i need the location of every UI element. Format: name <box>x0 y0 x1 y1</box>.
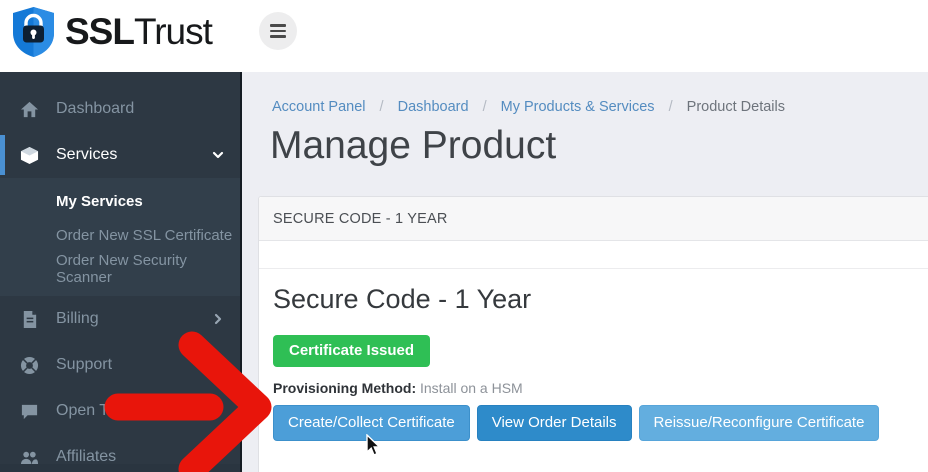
sidebar-item-label: Services <box>56 146 117 164</box>
product-title: Secure Code - 1 Year <box>273 284 928 315</box>
panel-divider <box>259 268 928 269</box>
sidebar-footer-strip <box>0 464 240 472</box>
reissue-reconfigure-certificate-button[interactable]: Reissue/Reconfigure Certificate <box>639 405 880 441</box>
top-header: SSLTrust <box>0 0 928 72</box>
breadcrumb-current: Product Details <box>687 99 785 115</box>
provisioning-label: Provisioning Method: <box>273 380 416 396</box>
life-ring-icon <box>20 356 39 375</box>
sidebar-item-label: Open Ticket <box>56 402 141 420</box>
chevron-down-icon <box>212 149 224 161</box>
sidebar-item-billing[interactable]: Billing <box>0 296 240 342</box>
home-icon <box>20 100 39 119</box>
breadcrumb-dashboard[interactable]: Dashboard <box>398 99 469 115</box>
breadcrumb-separator: / <box>669 99 673 115</box>
create-collect-certificate-button[interactable]: Create/Collect Certificate <box>273 405 470 441</box>
breadcrumb: Account Panel / Dashboard / My Products … <box>272 99 785 115</box>
invoice-icon <box>20 310 39 329</box>
sidebar-item-open-ticket[interactable]: Open Ticket <box>0 388 240 434</box>
breadcrumb-my-products[interactable]: My Products & Services <box>501 99 655 115</box>
sidebar-item-support[interactable]: Support <box>0 342 240 388</box>
breadcrumb-separator: / <box>380 99 384 115</box>
chevron-right-icon <box>212 313 224 325</box>
panel-body: Secure Code - 1 Year Certificate Issued … <box>259 268 928 441</box>
sidebar-item-label: Support <box>56 356 112 374</box>
cube-icon <box>20 146 39 165</box>
main-content: Account Panel / Dashboard / My Products … <box>244 72 928 472</box>
sidebar-item-label: Dashboard <box>56 100 134 118</box>
services-submenu: My Services Order New SSL Certificate Or… <box>0 178 240 296</box>
status-badge: Certificate Issued <box>273 335 430 367</box>
brand-name: SSLTrust <box>65 11 212 53</box>
product-panel: SECURE CODE - 1 YEAR Secure Code - 1 Yea… <box>258 196 928 472</box>
sidebar-subitem-order-ssl[interactable]: Order New SSL Certificate <box>0 218 240 252</box>
hamburger-menu-button[interactable] <box>259 12 297 50</box>
provisioning-line: Provisioning Method: Install on a HSM <box>273 380 928 396</box>
sidebar-subitem-order-scanner[interactable]: Order New Security Scanner <box>0 252 240 286</box>
breadcrumb-separator: / <box>483 99 487 115</box>
brand-logo[interactable]: SSLTrust <box>10 6 212 58</box>
provisioning-value: Install on a HSM <box>420 380 523 396</box>
hamburger-icon <box>270 24 286 26</box>
sidebar-subitem-my-services[interactable]: My Services <box>0 184 240 218</box>
sidebar-nav: Dashboard Services My Services Order New… <box>0 72 242 472</box>
breadcrumb-account-panel[interactable]: Account Panel <box>272 99 366 115</box>
action-button-row: Create/Collect Certificate View Order De… <box>273 405 928 441</box>
chevron-right-icon <box>212 359 224 371</box>
panel-header: SECURE CODE - 1 YEAR <box>259 197 928 241</box>
page-title: Manage Product <box>270 124 556 168</box>
sidebar-item-label: Billing <box>56 310 99 328</box>
shield-lock-icon <box>10 6 57 58</box>
brand-name-bold: SSL <box>65 11 134 52</box>
view-order-details-button[interactable]: View Order Details <box>477 405 632 441</box>
sidebar-item-services[interactable]: Services <box>0 132 240 178</box>
sidebar-item-dashboard[interactable]: Dashboard <box>0 86 240 132</box>
brand-name-regular: Trust <box>134 11 212 52</box>
ssltrust-app: SSLTrust Dashboard Services My Services … <box>0 0 928 472</box>
chat-bubble-icon <box>20 402 39 421</box>
